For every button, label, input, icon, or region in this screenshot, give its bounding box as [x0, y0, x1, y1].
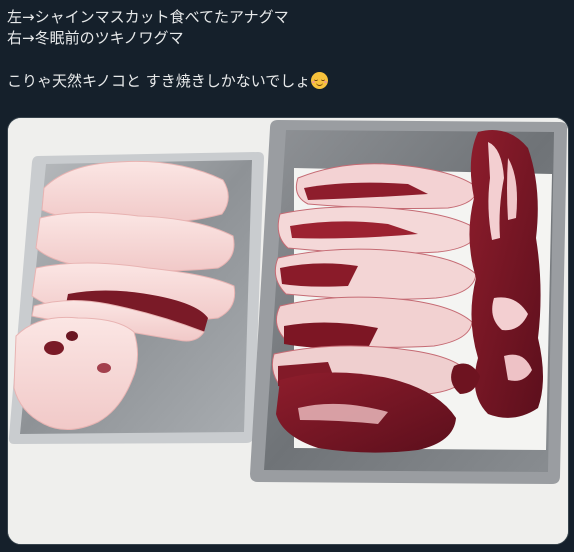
- tweet-photo[interactable]: [7, 117, 569, 545]
- meat-trays-image: [8, 118, 568, 544]
- right-tray: [250, 120, 568, 484]
- tweet-line-2: 右→冬眠前のツキノワグマ: [7, 29, 184, 47]
- tweet-line-4-text: こりゃ天然キノコと すき焼きしかないでしょ: [7, 72, 311, 90]
- tweet-text: 左→シャインマスカット食べてたアナグマ 右→冬眠前のツキノワグマ こりゃ天然キノ…: [7, 7, 567, 92]
- relieved-face-emoji-icon: [311, 72, 329, 89]
- tweet-line-4: こりゃ天然キノコと すき焼きしかないでしょ: [7, 71, 567, 92]
- tweet-line-1: 左→シャインマスカット食べてたアナグマ: [7, 8, 289, 26]
- left-tray: [8, 152, 264, 444]
